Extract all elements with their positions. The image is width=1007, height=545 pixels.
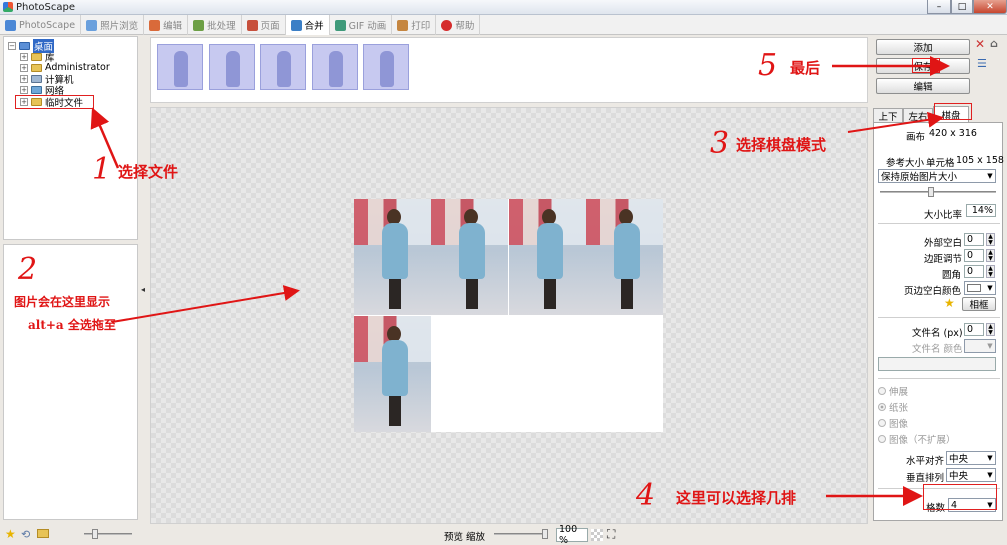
annotation-number-3: 3	[710, 126, 730, 161]
annotation-rows: 这里可以选择几排	[676, 489, 797, 507]
annotation-finally: 最后	[790, 59, 821, 77]
annotation-select-all-drag: alt+a 全选拖至	[28, 318, 116, 332]
annotation-image-display: 图片会在这里显示	[14, 295, 111, 309]
annotation-number-5: 5	[758, 48, 778, 83]
annotation-number-4: 4	[636, 478, 656, 513]
annotation-arrows	[90, 56, 950, 506]
annotation-grid-mode: 选择棋盘模式	[736, 136, 827, 154]
annotation-select-file: 选择文件	[118, 163, 179, 181]
annotation-number-2: 2	[18, 252, 38, 287]
annotation-number-1: 1	[92, 152, 112, 187]
